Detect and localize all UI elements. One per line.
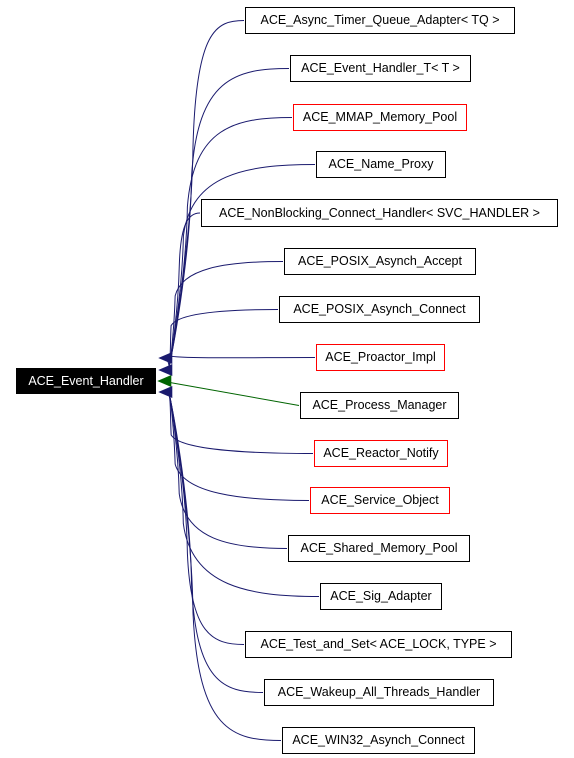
node-ace-posix-asynch-connect[interactable]: ACE_POSIX_Asynch_Connect (279, 296, 480, 323)
node-label: ACE_Wakeup_All_Threads_Handler (277, 685, 481, 700)
node-label: ACE_Event_Handler_T< T > (301, 61, 460, 76)
node-label: ACE_Name_Proxy (328, 157, 434, 172)
node-ace-nonblocking-connect-handler-svc-handler[interactable]: ACE_NonBlocking_Connect_Handler< SVC_HAN… (201, 199, 558, 227)
node-ace-win32-asynch-connect[interactable]: ACE_WIN32_Asynch_Connect (282, 727, 475, 754)
edge-to-ace-posix-asynch-accept (167, 261, 284, 371)
node-label: ACE_NonBlocking_Connect_Handler< SVC_HAN… (218, 205, 540, 220)
node-ace-shared-memory-pool[interactable]: ACE_Shared_Memory_Pool (288, 535, 470, 562)
node-label: ACE_POSIX_Asynch_Connect (293, 302, 466, 317)
node-ace-test-and-set-ace-lock-type[interactable]: ACE_Test_and_Set< ACE_LOCK, TYPE > (245, 631, 512, 658)
node-label: ACE_Process_Manager (312, 398, 447, 413)
node-ace-proactor-impl[interactable]: ACE_Proactor_Impl (316, 344, 445, 371)
node-label: ACE_Proactor_Impl (325, 350, 436, 365)
edge-to-ace-proactor-impl (166, 354, 316, 371)
node-label: ACE_Test_and_Set< ACE_LOCK, TYPE > (260, 637, 497, 652)
node-root-ace-event-handler[interactable]: ACE_Event_Handler (16, 368, 156, 394)
edge-to-ace-nonblocking-connect-handler-svc-handler (167, 212, 201, 371)
arrowhead-lower-bundle (158, 386, 173, 398)
node-ace-sig-adapter[interactable]: ACE_Sig_Adapter (320, 583, 442, 610)
node-ace-name-proxy[interactable]: ACE_Name_Proxy (316, 151, 446, 178)
node-ace-event-handler-t-t[interactable]: ACE_Event_Handler_T< T > (290, 55, 471, 82)
arrowhead-proactor (158, 364, 173, 376)
node-ace-service-object[interactable]: ACE_Service_Object (310, 487, 450, 514)
edge-to-ace-async-timer-queue-adapter-tq (167, 20, 245, 371)
node-label: ACE_Service_Object (321, 493, 439, 508)
edge-to-ace-test-and-set-ace-lock-type (167, 389, 245, 645)
node-root-label: ACE_Event_Handler (28, 373, 144, 388)
node-label: ACE_WIN32_Asynch_Connect (292, 733, 465, 748)
node-ace-process-manager[interactable]: ACE_Process_Manager (300, 392, 459, 419)
node-label: ACE_MMAP_Memory_Pool (302, 110, 458, 125)
node-ace-reactor-notify[interactable]: ACE_Reactor_Notify (314, 440, 448, 467)
node-label: ACE_POSIX_Asynch_Accept (298, 254, 462, 269)
node-label: ACE_Async_Timer_Queue_Adapter< TQ > (260, 13, 500, 28)
node-ace-async-timer-queue-adapter-tq[interactable]: ACE_Async_Timer_Queue_Adapter< TQ > (245, 7, 515, 34)
arrowhead-process-manager (157, 375, 172, 387)
edge-to-ace-service-object (167, 389, 310, 501)
node-ace-wakeup-all-threads-handler[interactable]: ACE_Wakeup_All_Threads_Handler (264, 679, 494, 706)
node-ace-posix-asynch-accept[interactable]: ACE_POSIX_Asynch_Accept (284, 248, 476, 275)
node-label: ACE_Sig_Adapter (330, 589, 432, 604)
edge-to-ace-process-manager (166, 381, 300, 406)
arrowhead-upper-bundle (158, 352, 173, 364)
node-ace-mmap-memory-pool[interactable]: ACE_MMAP_Memory_Pool (293, 104, 467, 131)
edge-to-ace-posix-asynch-connect (167, 309, 279, 371)
edge-to-ace-reactor-notify (167, 389, 314, 454)
node-label: ACE_Reactor_Notify (323, 446, 439, 461)
inheritance-diagram: ACE_Event_Handler ACE_Async_Timer_Queue_… (0, 0, 574, 758)
node-label: ACE_Shared_Memory_Pool (300, 541, 458, 556)
